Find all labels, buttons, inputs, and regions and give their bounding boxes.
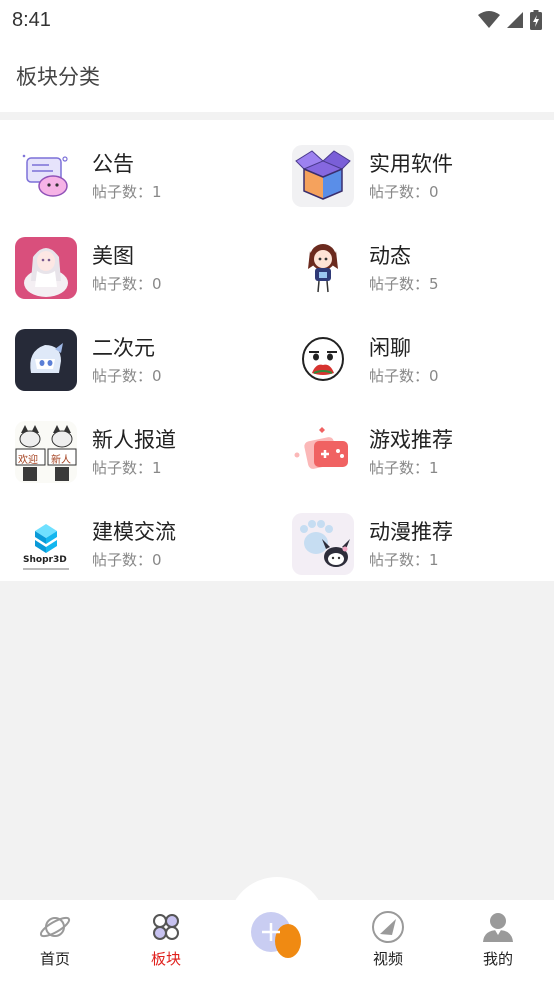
announcement-thumb bbox=[15, 145, 77, 207]
category-item-dynamics[interactable]: 动态 帖子数：5 bbox=[292, 228, 552, 308]
tab-label: 首页 bbox=[39, 950, 70, 968]
category-post-count: 帖子数：1 bbox=[92, 183, 162, 201]
category-info: 动漫推荐 帖子数：1 bbox=[369, 517, 453, 571]
category-item-anime[interactable]: 二次元 帖子数：0 bbox=[15, 320, 275, 400]
anime-recommend-thumb bbox=[292, 513, 354, 575]
tab-label: 我的 bbox=[482, 950, 513, 968]
category-post-count: 帖子数：0 bbox=[92, 551, 162, 569]
category-info: 二次元 帖子数：0 bbox=[92, 333, 162, 387]
category-info: 新人报道 帖子数：1 bbox=[92, 425, 176, 479]
page-header: 板块分类 bbox=[0, 40, 554, 112]
modeling-thumb: Shopr3D bbox=[15, 513, 77, 575]
category-item-chat[interactable]: 闲聊 帖子数：0 bbox=[292, 320, 552, 400]
category-item-software[interactable]: 实用软件 帖子数：0 bbox=[292, 136, 552, 216]
category-item-announcement[interactable]: 公告 帖子数：1 bbox=[15, 136, 275, 216]
user-icon bbox=[483, 913, 513, 942]
category-info: 动态 帖子数：5 bbox=[369, 241, 439, 295]
category-post-count: 帖子数：0 bbox=[92, 367, 162, 385]
category-post-count: 帖子数：0 bbox=[369, 183, 439, 201]
category-post-count: 帖子数：1 bbox=[92, 459, 162, 477]
tab-label: 视频 bbox=[372, 950, 403, 968]
wifi-icon bbox=[478, 11, 500, 28]
plus-icon bbox=[251, 912, 301, 958]
planet-icon bbox=[39, 916, 71, 938]
video-icon bbox=[372, 911, 404, 943]
category-item-anime-recommend[interactable]: 动漫推荐 帖子数：1 bbox=[292, 504, 552, 584]
status-icons bbox=[478, 10, 542, 30]
signal-icon bbox=[507, 12, 523, 28]
category-item-games[interactable]: 游戏推荐 帖子数：1 bbox=[292, 412, 552, 492]
add-post-button[interactable] bbox=[250, 906, 304, 960]
newcomers-thumb-text-right: 新人 bbox=[51, 455, 71, 466]
category-info: 建模交流 帖子数：0 bbox=[92, 517, 176, 571]
category-post-count: 帖子数：0 bbox=[369, 367, 439, 385]
category-post-count: 帖子数：1 bbox=[369, 459, 439, 477]
tab-label: 板块 bbox=[150, 950, 181, 968]
pictures-thumb bbox=[15, 237, 77, 299]
category-post-count: 帖子数：5 bbox=[369, 275, 439, 293]
category-name: 闲聊 bbox=[369, 336, 411, 360]
category-name: 新人报道 bbox=[92, 428, 176, 452]
category-name: 动漫推荐 bbox=[369, 520, 453, 544]
category-grid: 公告 帖子数：1 实用软件 帖子数：0 美图 帖子数：0 动态 帖子数：5 二次… bbox=[0, 120, 554, 581]
category-info: 实用软件 帖子数：0 bbox=[369, 149, 453, 203]
tab-video[interactable]: 视频 bbox=[348, 910, 428, 969]
category-name: 动态 bbox=[369, 244, 411, 268]
status-time: 8:41 bbox=[12, 8, 51, 31]
category-info: 公告 帖子数：1 bbox=[92, 149, 162, 203]
tab-sections[interactable]: 板块 bbox=[126, 910, 206, 969]
battery-icon bbox=[530, 10, 542, 30]
category-item-newcomers[interactable]: 欢迎 新人 新人报道 帖子数：1 bbox=[15, 412, 275, 492]
anime-thumb bbox=[15, 329, 77, 391]
newcomers-thumb: 欢迎 新人 bbox=[15, 421, 77, 483]
games-thumb bbox=[292, 421, 354, 483]
tab-profile[interactable]: 我的 bbox=[458, 910, 538, 969]
category-post-count: 帖子数：0 bbox=[92, 275, 162, 293]
tab-home[interactable]: 首页 bbox=[15, 910, 95, 969]
category-name: 美图 bbox=[92, 244, 134, 268]
status-bar: 8:41 bbox=[0, 0, 554, 40]
category-info: 闲聊 帖子数：0 bbox=[369, 333, 439, 387]
category-info: 美图 帖子数：0 bbox=[92, 241, 162, 295]
chat-thumb bbox=[292, 329, 354, 391]
modeling-thumb-logo-text: Shopr3D bbox=[23, 555, 67, 565]
category-name: 二次元 bbox=[92, 336, 155, 360]
page-title: 板块分类 bbox=[16, 65, 100, 89]
category-info: 游戏推荐 帖子数：1 bbox=[369, 425, 453, 479]
category-post-count: 帖子数：1 bbox=[369, 551, 439, 569]
software-thumb bbox=[292, 145, 354, 207]
category-item-modeling[interactable]: Shopr3D 建模交流 帖子数：0 bbox=[15, 504, 275, 584]
category-name: 建模交流 bbox=[92, 520, 176, 544]
category-name: 游戏推荐 bbox=[369, 428, 453, 452]
dynamics-thumb bbox=[292, 237, 354, 299]
category-name: 实用软件 bbox=[369, 152, 453, 176]
newcomers-thumb-text-left: 欢迎 bbox=[18, 455, 38, 466]
category-name: 公告 bbox=[92, 152, 134, 176]
category-item-pictures[interactable]: 美图 帖子数：0 bbox=[15, 228, 275, 308]
clover-icon bbox=[153, 914, 179, 940]
